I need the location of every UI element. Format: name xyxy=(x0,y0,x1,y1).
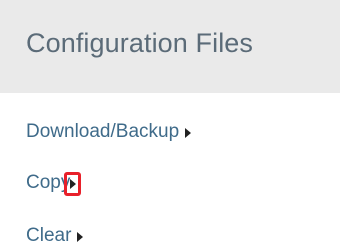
menu-item-label: Clear xyxy=(26,225,72,246)
nav-panel: Configuration Files Download/Backup Copy… xyxy=(0,0,340,246)
menu-item-download-backup[interactable]: Download/Backup xyxy=(26,117,192,147)
menu-item-label: Download/Backup xyxy=(26,121,180,142)
caret-right-icon[interactable] xyxy=(77,232,84,242)
highlight-box xyxy=(64,171,82,196)
section-header: Configuration Files xyxy=(0,0,340,93)
section-title: Configuration Files xyxy=(26,28,254,58)
caret-right-icon[interactable] xyxy=(70,178,77,189)
caret-right-icon[interactable] xyxy=(185,128,192,138)
menu-item-copy[interactable]: Copy xyxy=(26,168,82,198)
menu-item-clear[interactable]: Clear xyxy=(26,221,84,251)
